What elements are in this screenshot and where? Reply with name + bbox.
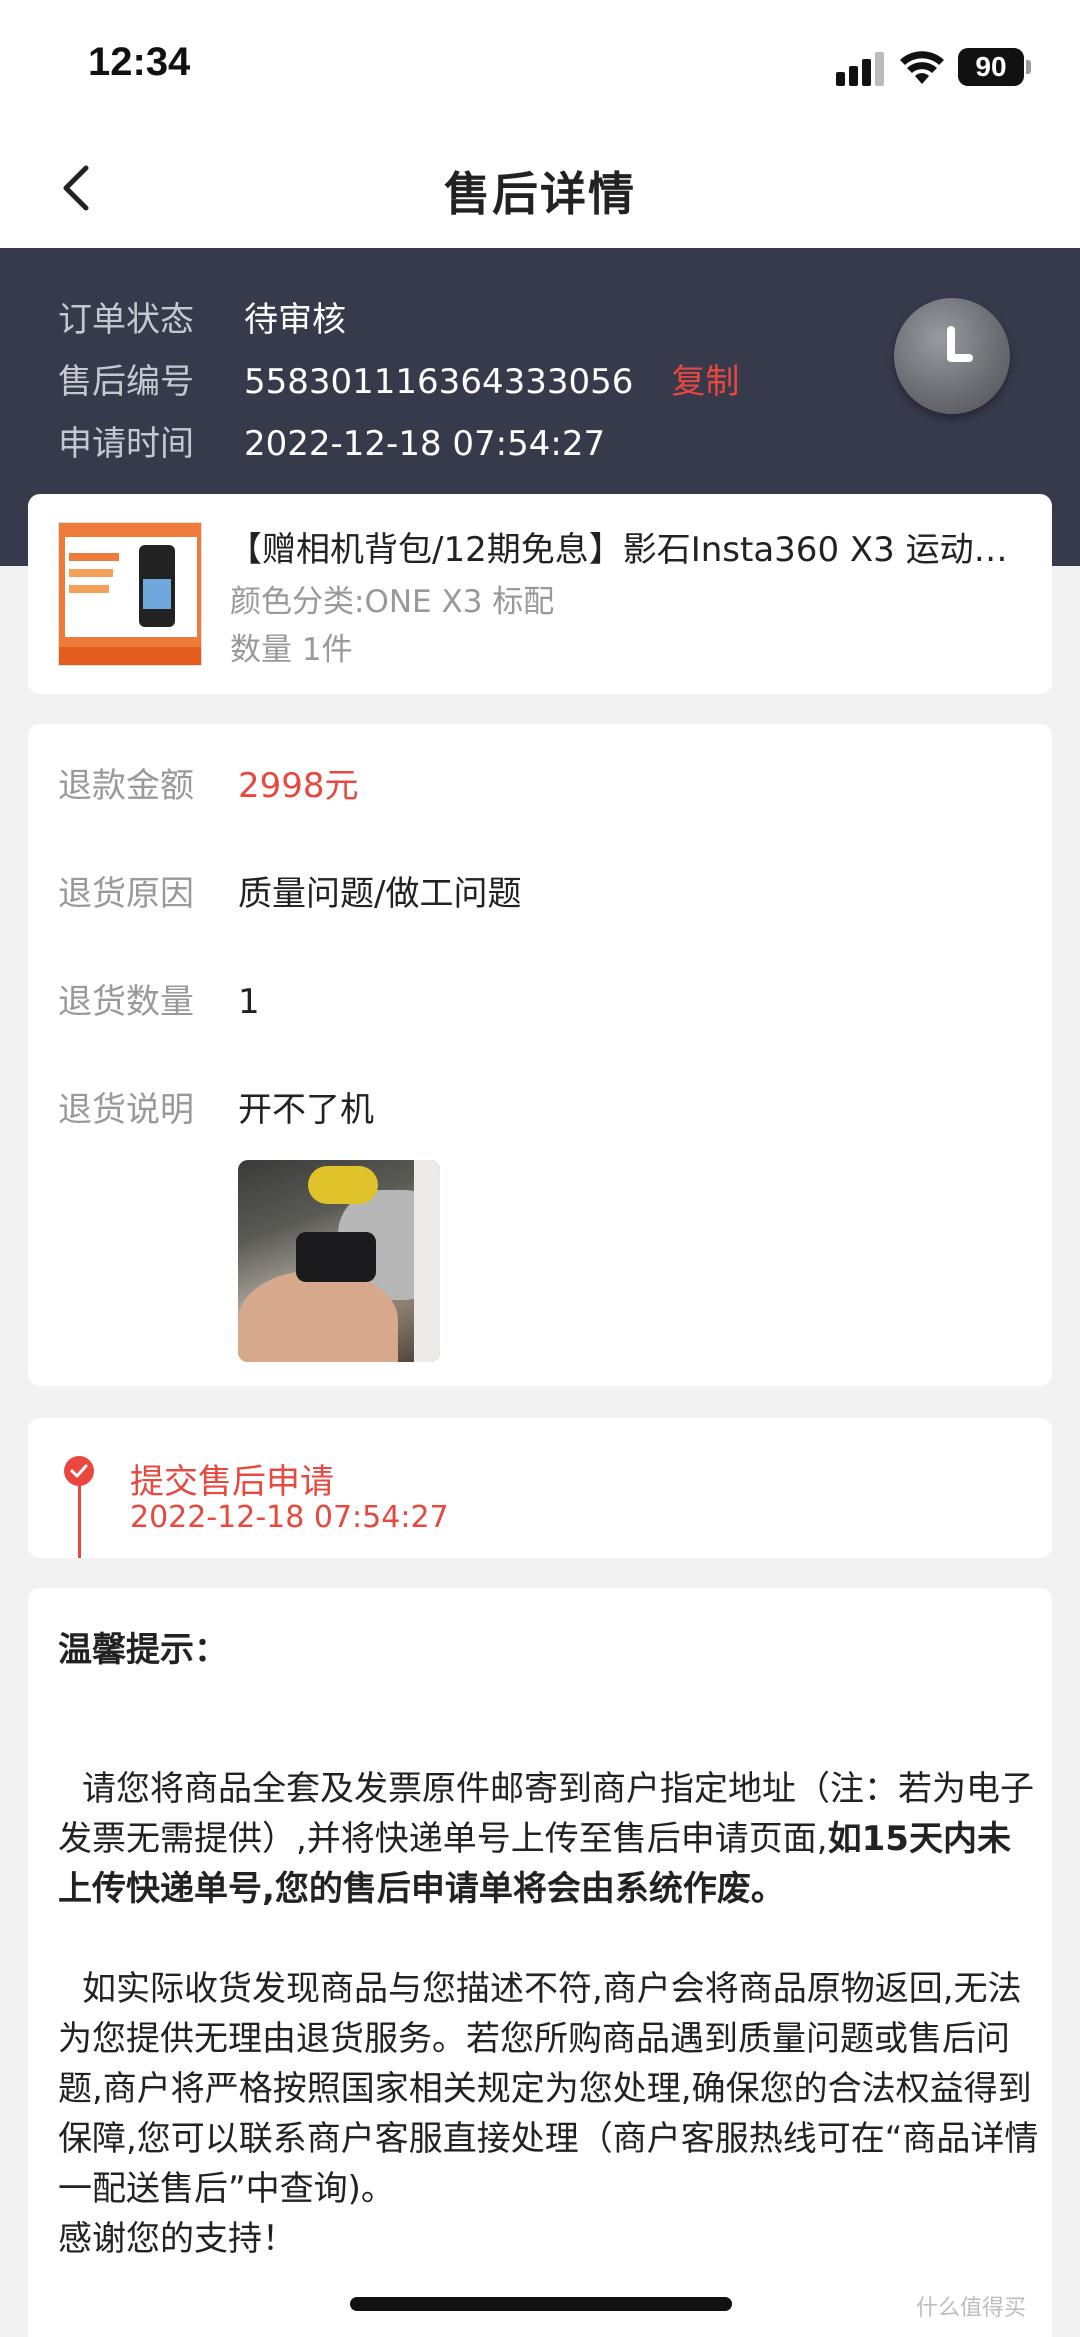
apply-time-value: 2022-12-18 07:54:27 xyxy=(244,424,606,464)
product-title[interactable]: 【赠相机背包/12期免息】影石Insta360 X3 运动相机 xyxy=(228,522,1028,571)
aftersale-number-label: 售后编号 xyxy=(58,362,194,402)
product-quantity: 数量 1件 xyxy=(230,632,353,668)
wifi-icon xyxy=(900,51,944,84)
product-spec: 颜色分类:ONE X3 标配 xyxy=(230,584,555,620)
page-title: 售后详情 xyxy=(444,167,636,221)
return-description-label: 退货说明 xyxy=(58,1090,194,1130)
copy-button[interactable]: 复制 xyxy=(671,362,739,402)
order-status-value: 待审核 xyxy=(244,300,346,340)
return-count-value: 1 xyxy=(238,982,260,1022)
watermark: 什么值得买 xyxy=(916,2295,1027,2320)
timeline-step-title: 提交售后申请 xyxy=(130,1462,334,1502)
apply-time-row: 申请时间 2022-12-18 07:54:27 xyxy=(58,416,605,465)
return-count-row: 退货数量 1 xyxy=(58,974,260,1023)
return-evidence-photo[interactable] xyxy=(238,1160,440,1362)
return-description-row: 退货说明 开不了机 xyxy=(58,1082,374,1131)
order-status-row: 订单状态 待审核 xyxy=(58,292,346,341)
apply-time-label: 申请时间 xyxy=(58,424,194,464)
refund-amount-row: 退款金额 2998元 xyxy=(58,758,359,807)
return-reason-value: 质量问题/做工问题 xyxy=(238,874,522,914)
return-description-value: 开不了机 xyxy=(238,1090,374,1130)
status-time: 12:34 xyxy=(88,40,191,84)
notice-card: 温馨提示： 请您将商品全套及发票原件邮寄到商户指定地址（注：若为电子发票无需提供… xyxy=(28,1588,1052,2337)
return-reason-label: 退货原因 xyxy=(58,874,194,914)
return-count-label: 退货数量 xyxy=(58,982,194,1022)
notice-title: 温馨提示： xyxy=(58,1630,228,1670)
refund-info-card: 退款金额 2998元 退货原因 质量问题/做工问题 退货数量 1 退货说明 开不了机 xyxy=(28,724,1052,1386)
refund-amount-label: 退款金额 xyxy=(58,766,194,806)
timeline-step-time: 2022-12-18 07:54:27 xyxy=(130,1500,449,1535)
home-indicator[interactable] xyxy=(350,2297,732,2311)
progress-timeline: 提交售后申请 2022-12-18 07:54:27 xyxy=(28,1418,1052,1558)
aftersale-number-value: 558301116364333056 xyxy=(244,362,634,402)
refund-amount-value: 2998元 xyxy=(238,766,359,806)
notice-paragraph-2: 如实际收货发现商品与您描述不符,商户会将商品原物返回,无法为您提供无理由退货服务… xyxy=(58,1969,1039,2209)
product-card[interactable]: 【赠相机背包/12期免息】影石Insta360 X3 运动相机 颜色分类:ONE… xyxy=(28,494,1052,694)
battery-tip xyxy=(1026,60,1031,74)
notice-thanks: 感谢您的支持！ xyxy=(58,2219,296,2259)
battery-icon: 90 xyxy=(958,48,1024,86)
notice-paragraph-1: 请您将商品全套及发票原件邮寄到商户指定地址（注：若为电子发票无需提供）,并将快递… xyxy=(58,1764,1042,1914)
check-icon xyxy=(64,1456,94,1486)
aftersale-number-row: 售后编号 558301116364333056 复制 xyxy=(58,354,739,403)
nav-bar: 售后详情 xyxy=(0,130,1080,248)
signal-icon xyxy=(836,50,886,86)
status-bar: 12:34 90 xyxy=(0,0,1080,130)
order-status-label: 订单状态 xyxy=(58,300,194,340)
clock-icon xyxy=(894,298,1010,414)
return-reason-row: 退货原因 质量问题/做工问题 xyxy=(58,866,521,915)
product-thumbnail[interactable] xyxy=(58,522,202,666)
